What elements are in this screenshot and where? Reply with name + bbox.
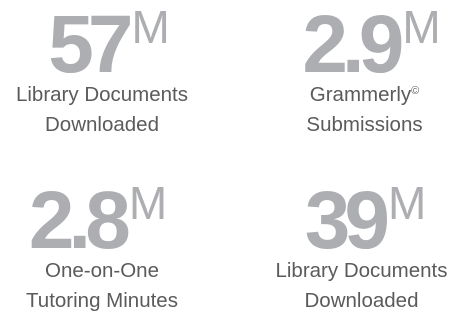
stat-figure: 2.9M <box>302 4 440 86</box>
stat-value: 2.8 <box>28 175 131 266</box>
stat-unit: M <box>387 177 427 229</box>
stat-unit: M <box>402 1 441 53</box>
copyright-mark: © <box>411 85 420 97</box>
stat-label-line2: Downloaded <box>304 289 419 312</box>
stat-tutoring-minutes: 2.8M One-on-One Tutoring Minutes <box>0 180 204 316</box>
stat-figure: 57M <box>48 4 170 86</box>
stat-label-line2: Submissions <box>306 113 423 136</box>
stat-unit: M <box>131 1 170 53</box>
stat-value: 39 <box>304 175 390 266</box>
stat-label-line2: Tutoring Minutes <box>26 289 178 312</box>
stat-value: 2.9 <box>302 0 404 90</box>
stat-figure: 2.8M <box>29 180 167 262</box>
stat-figure: 39M <box>305 180 427 262</box>
stat-grammerly-submissions: 2.9M Grammerly© Submissions <box>270 4 459 140</box>
stat-library-documents-downloaded-2: 39M Library Documents Downloaded <box>264 180 459 316</box>
stat-unit: M <box>128 177 168 229</box>
stat-library-documents-downloaded: 57M Library Documents Downloaded <box>0 4 204 140</box>
stat-value: 57 <box>48 0 133 90</box>
stat-label-line2: Downloaded <box>45 113 159 136</box>
